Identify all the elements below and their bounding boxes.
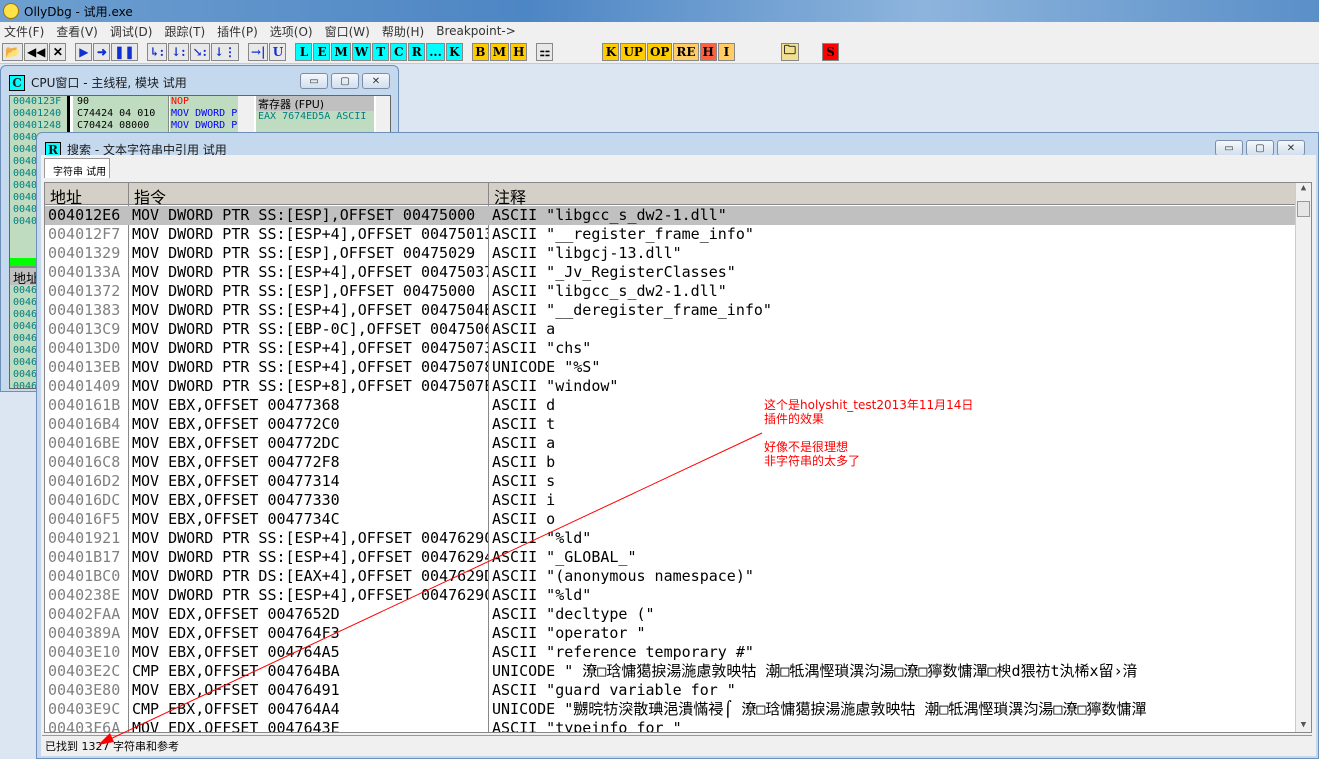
annotation-line: 好像不是很理想 xyxy=(764,440,849,454)
annotation-line: 这个是holyshit_test2013年11月14日 xyxy=(764,398,974,412)
annotation-arrow xyxy=(98,432,763,745)
annotation-line: 非字符串的太多了 xyxy=(764,454,861,468)
annotation-line: 插件的效果 xyxy=(764,412,825,426)
annotation-line xyxy=(764,426,973,440)
annotation-note: 这个是holyshit_test2013年11月14日 插件的效果好像不是很理想非… xyxy=(764,398,973,468)
